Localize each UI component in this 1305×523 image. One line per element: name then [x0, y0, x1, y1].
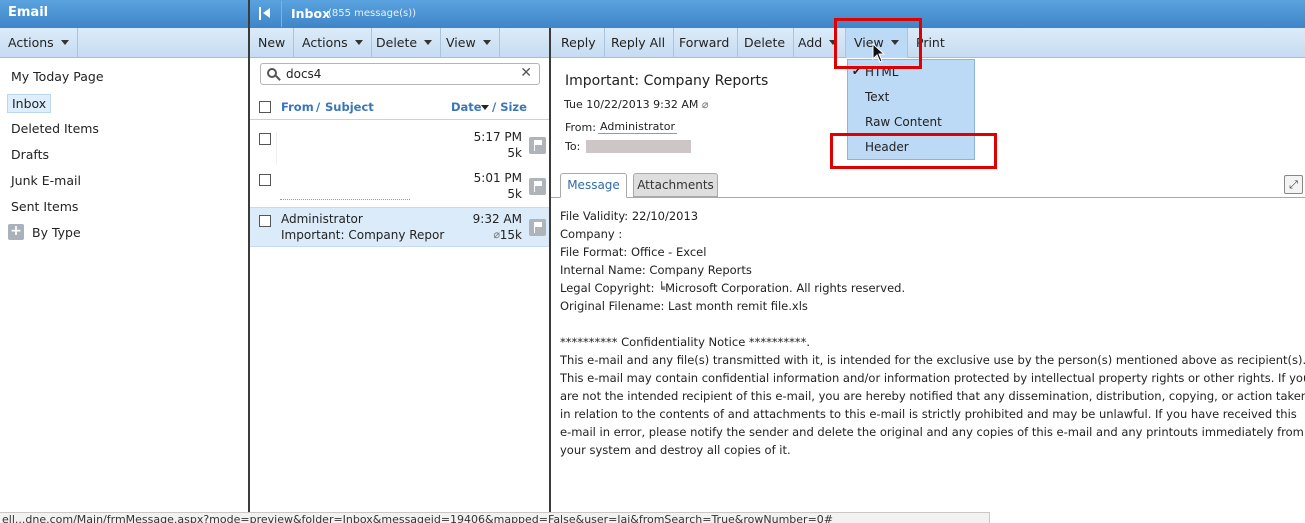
select-all-checkbox[interactable]: [259, 101, 271, 113]
body-line: Internal Name: Company Reports: [560, 263, 752, 277]
to-label: To:: [565, 140, 581, 153]
status-url: ell...dne.com/Main/frmMessage.aspx?mode=…: [0, 512, 990, 523]
app-title: Email: [8, 5, 49, 20]
menu-item-raw-content[interactable]: Raw Content: [865, 115, 942, 129]
column-from[interactable]: From: [281, 100, 314, 114]
list-delete-button[interactable]: Delete: [368, 28, 442, 58]
folder-by-type[interactable]: By Type: [32, 225, 81, 240]
search-input[interactable]: docs4: [286, 67, 321, 81]
chevron-down-icon: [482, 40, 491, 45]
message-time: 5:17 PM: [473, 130, 522, 144]
chevron-down-icon: [354, 40, 363, 45]
reply-button[interactable]: Reply: [553, 28, 605, 58]
body-line: are not the intended recipient of this e…: [560, 389, 1305, 403]
clear-search-icon[interactable]: ✕: [520, 65, 532, 81]
body-line: Original Filename: Last month remit file…: [560, 299, 808, 313]
redacted-sender: [280, 196, 410, 200]
folder-drafts[interactable]: Drafts: [11, 147, 49, 162]
expand-icon[interactable]: ⤢: [1284, 175, 1303, 194]
redacted-sender: [276, 132, 444, 165]
message-size: 5k: [507, 187, 522, 201]
from-value[interactable]: Administrator: [598, 120, 677, 134]
expand-plus-icon[interactable]: +: [8, 224, 24, 240]
left-title-bar: Email: [0, 0, 249, 28]
body-line: in relation to the contents of and attac…: [560, 407, 1297, 421]
left-actions-button[interactable]: Actions: [0, 28, 78, 58]
list-toolbar: New Actions Delete View: [250, 28, 550, 58]
menu-item-text[interactable]: Text: [865, 90, 889, 104]
inbox-title: Inbox: [291, 6, 331, 21]
inbox-title-bar: Inbox (855 message(s)): [250, 0, 1305, 28]
flag-icon[interactable]: [529, 137, 546, 154]
delete-button[interactable]: Delete: [736, 28, 795, 58]
highlight-header-item: [830, 133, 997, 169]
left-divider[interactable]: [248, 0, 250, 523]
body-line: Legal Copyright: ╘Microsoft Corporation.…: [560, 281, 906, 295]
mouse-cursor-icon: [872, 43, 885, 63]
folder-junk-email[interactable]: Junk E-mail: [11, 173, 81, 188]
collapse-pane-icon[interactable]: [258, 6, 274, 21]
folder-sent-items[interactable]: Sent Items: [11, 199, 78, 214]
inbox-message-count: (855 message(s)): [328, 8, 417, 19]
body-line: e-mail in error, please notify the sende…: [560, 425, 1304, 439]
message-subject: Important: Company Repor: [281, 228, 445, 242]
body-line: File Format: Office - Excel: [560, 245, 707, 259]
column-subject[interactable]: Subject: [325, 100, 374, 114]
list-actions-button[interactable]: Actions: [294, 28, 372, 58]
body-line: ********** Confidentiality Notice ******…: [560, 335, 811, 349]
middle-divider[interactable]: [549, 28, 551, 523]
message-date: Tue 10/22/2013 9:32 AM ⌀: [564, 98, 709, 111]
folder-deleted-items[interactable]: Deleted Items: [11, 121, 99, 136]
message-time: 5:01 PM: [473, 171, 522, 185]
message-size: 15k: [499, 228, 522, 242]
paperclip-icon: ⌀: [701, 98, 709, 111]
body-line: your system and destroy all copies of it…: [560, 443, 791, 457]
reader-toolbar: Reply Reply All Forward Delete Add View …: [551, 28, 1305, 58]
tab-attachments[interactable]: Attachments: [633, 173, 718, 197]
row-checkbox[interactable]: [259, 174, 271, 186]
reply-all-button[interactable]: Reply All: [603, 28, 675, 58]
folder-my-today-page[interactable]: My Today Page: [11, 69, 104, 84]
tab-message[interactable]: Message: [560, 173, 627, 198]
row-checkbox[interactable]: [259, 133, 271, 145]
tab-strip-line: [551, 197, 1305, 198]
column-date[interactable]: Date: [451, 100, 482, 114]
message-from: Administrator: [281, 212, 363, 226]
row-checkbox[interactable]: [259, 215, 271, 227]
chevron-down-icon: [424, 40, 433, 45]
list-column-header: From / Subject Date / Size: [250, 95, 550, 120]
new-button[interactable]: New: [250, 28, 295, 58]
body-line: This e-mail and any file(s) transmitted …: [560, 353, 1305, 367]
message-row[interactable]: 5:01 PM 5k: [250, 166, 550, 206]
search-box[interactable]: docs4 ✕: [260, 63, 540, 85]
body-line: This e-mail may contain confidential inf…: [560, 371, 1305, 385]
body-line: Company :: [560, 227, 623, 241]
redacted-recipient: [586, 140, 691, 153]
flag-icon[interactable]: [529, 178, 546, 195]
chevron-down-icon: [60, 40, 69, 45]
flag-icon[interactable]: [529, 219, 546, 236]
from-label: From:: [565, 121, 596, 134]
message-subject-title: Important: Company Reports: [565, 73, 769, 89]
left-toolbar: Actions: [0, 28, 249, 58]
message-time: 9:32 AM: [472, 212, 522, 226]
column-size[interactable]: / Size: [492, 100, 527, 114]
sort-desc-icon: [481, 105, 489, 110]
message-row-selected[interactable]: Administrator Important: Company Repor 9…: [250, 207, 550, 247]
message-row[interactable]: 5:17 PM 5k: [250, 125, 550, 165]
folder-inbox[interactable]: Inbox: [7, 94, 52, 113]
message-size: 5k: [507, 146, 522, 160]
body-line: File Validity: 22/10/2013: [560, 209, 699, 223]
forward-button[interactable]: Forward: [671, 28, 739, 58]
list-view-button[interactable]: View: [438, 28, 500, 58]
